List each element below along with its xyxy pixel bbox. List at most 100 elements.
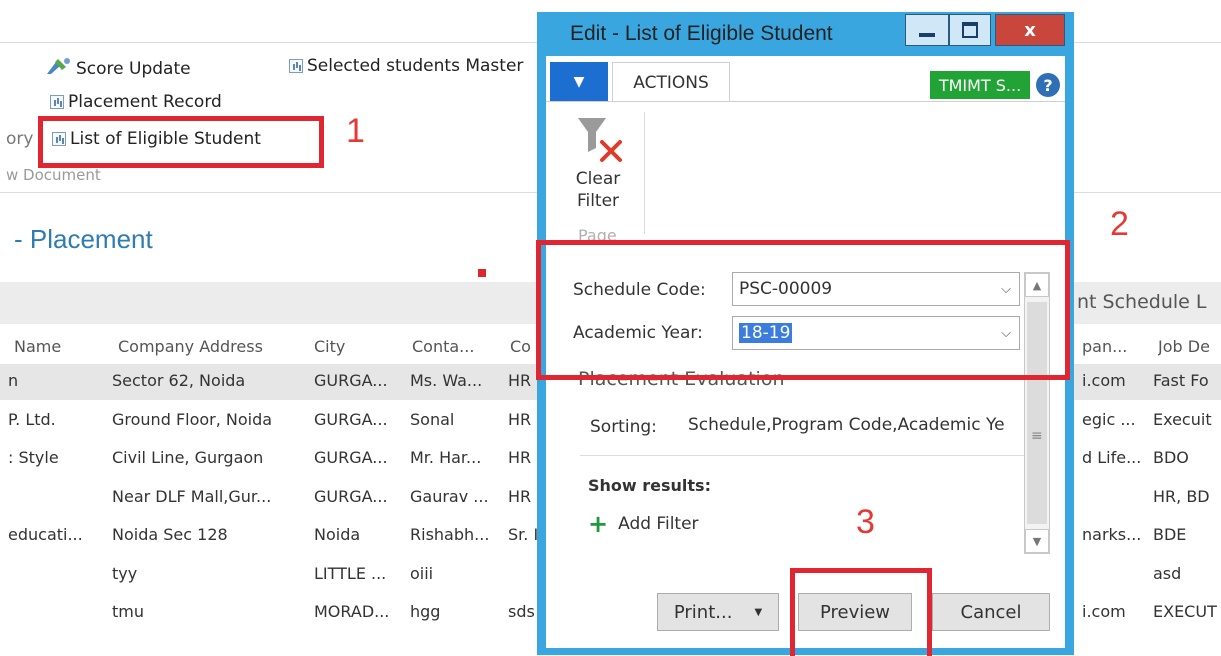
column-header-job-desc[interactable]: Job De — [1158, 337, 1210, 356]
table-cell-name[interactable]: P. Ltd. — [8, 410, 103, 429]
ribbon-group-page: Page — [578, 226, 617, 240]
table-cell-r2[interactable]: HR, BD — [1153, 487, 1221, 506]
table-cell-contact[interactable]: Gaurav ... — [410, 487, 502, 506]
tab-divider — [546, 101, 1065, 102]
clear-filter-label: Clear — [575, 169, 621, 189]
table-cell-contact[interactable]: Ms. Wa... — [410, 371, 502, 390]
report-icon — [289, 59, 303, 73]
chevron-down-icon: ▼ — [573, 74, 585, 90]
clear-filter-icon — [572, 112, 630, 168]
section-divider — [580, 455, 1030, 456]
placement-record-button[interactable]: Placement Record — [50, 92, 222, 112]
minimize-icon — [919, 33, 935, 37]
maximize-icon — [962, 22, 978, 38]
close-button[interactable]: x — [995, 14, 1065, 46]
table-cell-city[interactable]: GURGA... — [314, 448, 406, 467]
table-cell-r2[interactable]: BDO — [1153, 448, 1221, 467]
annotation-number-1: 1 — [346, 112, 365, 150]
table-cell-co[interactable]: HR — [508, 487, 538, 506]
selected-students-master-button[interactable]: Selected students Master — [289, 56, 523, 76]
print-button[interactable]: Print... ▼ — [657, 593, 779, 631]
table-cell-contact[interactable]: hgg — [410, 602, 502, 621]
clear-filter-button[interactable]: Clear Filter — [566, 112, 630, 212]
column-header-co[interactable]: Co — [510, 337, 538, 356]
table-cell-r2[interactable]: Execuit — [1153, 410, 1221, 429]
add-filter-link[interactable]: + Add Filter — [588, 510, 699, 538]
scroll-down-arrow[interactable]: ▼ — [1025, 529, 1049, 553]
schedule-list-label: nt Schedule L — [1077, 291, 1207, 313]
table-cell-co[interactable]: sds — [508, 602, 538, 621]
annotation-box-3 — [790, 568, 932, 656]
table-cell-co[interactable]: Sr. I — [508, 525, 538, 544]
score-update-icon — [44, 56, 72, 81]
table-cell-r1[interactable]: i.com — [1082, 371, 1154, 390]
maximize-button[interactable] — [949, 14, 991, 46]
table-cell-r2[interactable]: EXECUT — [1153, 602, 1221, 621]
scrollbar-grip-icon: ≡ — [1031, 428, 1043, 444]
annotation-box-2 — [536, 240, 1070, 380]
add-filter-label: Add Filter — [618, 514, 699, 534]
annotation-box-1 — [38, 116, 324, 168]
page-title: - Placement — [14, 224, 153, 254]
dropdown-arrow-icon: ▼ — [754, 606, 763, 618]
table-cell-name[interactable]: n — [8, 371, 103, 390]
table-cell-r1[interactable]: egic ... — [1082, 410, 1154, 429]
annotation-number-2: 2 — [1110, 205, 1129, 243]
table-cell-contact[interactable]: oiii — [410, 564, 502, 583]
annotation-number-3: 3 — [856, 503, 875, 541]
red-marker — [478, 269, 486, 277]
report-icon — [50, 95, 64, 109]
table-cell-co[interactable]: HR — [508, 371, 538, 390]
table-cell-contact[interactable]: Rishabh... — [410, 525, 502, 544]
plus-icon: + — [588, 510, 609, 538]
minimize-button[interactable] — [905, 14, 949, 46]
table-cell-contact[interactable]: Mr. Har... — [410, 448, 502, 467]
help-icon: ? — [1043, 75, 1053, 95]
ribbon-separator — [644, 112, 645, 234]
table-cell-address[interactable]: tmu — [112, 602, 302, 621]
tab-actions[interactable]: ACTIONS — [612, 62, 730, 102]
table-cell-city[interactable]: GURGA... — [314, 487, 406, 506]
close-icon: x — [1024, 19, 1036, 41]
table-cell-name[interactable]: : Style — [8, 448, 103, 467]
table-cell-city[interactable]: GURGA... — [314, 371, 406, 390]
table-cell-r2[interactable]: Fast Fo — [1153, 371, 1221, 390]
column-header-city[interactable]: City — [314, 337, 345, 356]
column-header-company-address[interactable]: Company Address — [118, 337, 263, 356]
table-cell-address[interactable]: Sector 62, Noida — [112, 371, 302, 390]
column-header-name[interactable]: Name — [14, 337, 61, 356]
table-cell-r2[interactable]: BDE — [1153, 525, 1221, 544]
cancel-button[interactable]: Cancel — [932, 593, 1050, 631]
table-cell-r2[interactable]: asd — [1153, 564, 1221, 583]
column-header-company[interactable]: pan... — [1082, 337, 1127, 356]
table-cell-address[interactable]: tyy — [112, 564, 302, 583]
selected-students-master-label: Selected students Master — [307, 56, 524, 76]
column-header-contact[interactable]: Conta... — [412, 337, 474, 356]
dialog-menu-button[interactable]: ▼ — [550, 62, 608, 102]
placement-record-label: Placement Record — [68, 92, 222, 112]
print-label: Print... — [673, 601, 733, 623]
table-cell-r1[interactable]: i.com — [1082, 602, 1154, 621]
table-cell-name[interactable]: educati... — [8, 525, 103, 544]
table-cell-city[interactable]: MORAD... — [314, 602, 406, 621]
table-cell-city[interactable]: LITTLE ... — [314, 564, 406, 583]
table-cell-address[interactable]: Noida Sec 128 — [112, 525, 302, 544]
company-badge[interactable]: TMIMT S... — [930, 71, 1030, 99]
table-cell-r1[interactable]: narks... — [1082, 525, 1154, 544]
table-cell-address[interactable]: Ground Floor, Noida — [112, 410, 302, 429]
table-cell-contact[interactable]: Sonal — [410, 410, 502, 429]
score-update-button[interactable]: Score Update — [44, 56, 191, 81]
chevron-down-icon: ▼ — [1032, 534, 1042, 548]
ribbon-group-caption: w Document — [6, 166, 101, 184]
sorting-label: Sorting: — [590, 417, 657, 437]
table-cell-co[interactable]: HR — [508, 410, 538, 429]
sorting-value[interactable]: Schedule,Program Code,Academic Ye — [688, 415, 1020, 435]
help-button[interactable]: ? — [1036, 73, 1060, 97]
table-cell-co[interactable]: HR — [508, 448, 538, 467]
table-cell-r1[interactable]: d Life... — [1082, 448, 1154, 467]
ribbon-left-fragment: ory — [6, 129, 34, 149]
table-cell-address[interactable]: Near DLF Mall,Gur... — [112, 487, 302, 506]
table-cell-address[interactable]: Civil Line, Gurgaon — [112, 448, 302, 467]
table-cell-city[interactable]: GURGA... — [314, 410, 406, 429]
table-cell-city[interactable]: Noida — [314, 525, 406, 544]
